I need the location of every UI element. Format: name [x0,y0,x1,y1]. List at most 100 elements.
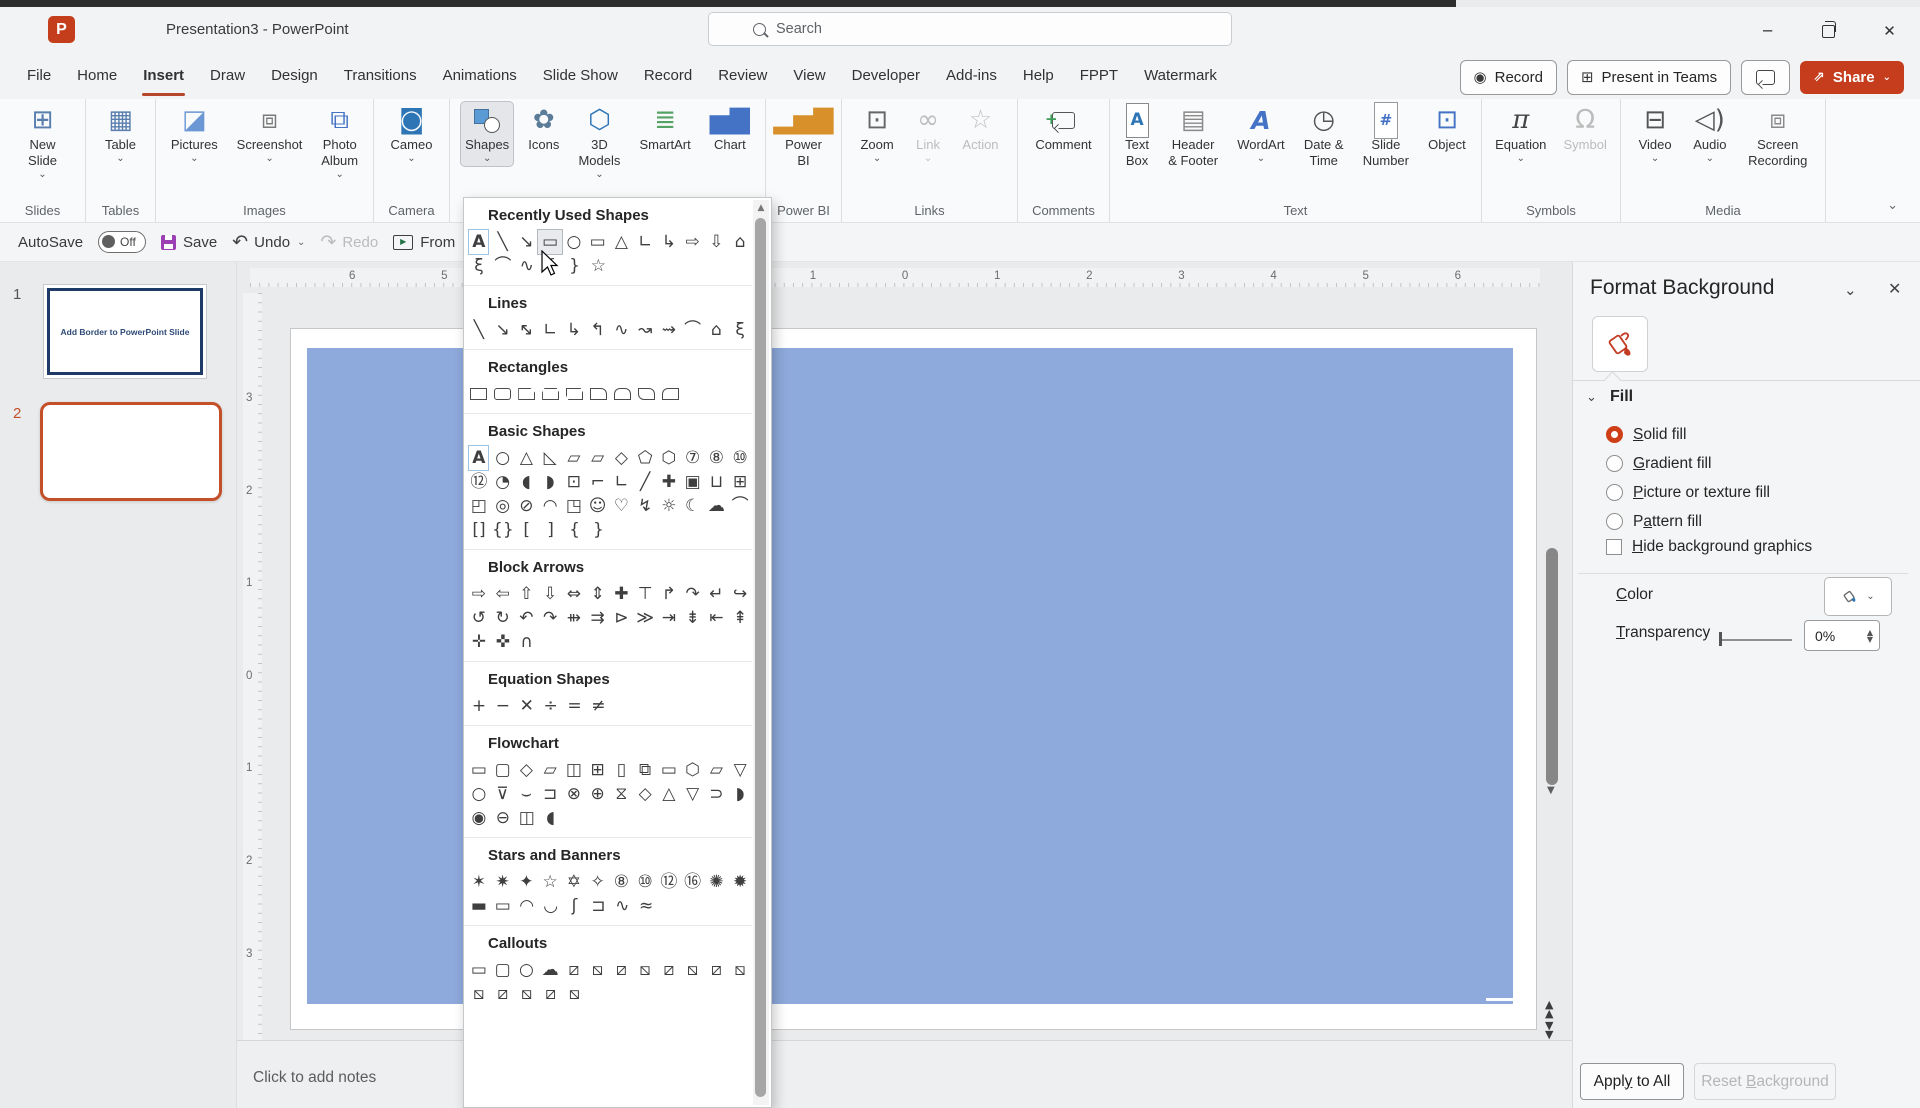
shape-icon[interactable]: ∿ [610,318,634,342]
restore-button[interactable] [1798,7,1859,55]
shape-icon[interactable]: ∟ [538,318,562,342]
shape-icon[interactable]: ▱ [586,446,610,470]
shape-icon[interactable]: ◇ [515,758,539,782]
shape-icon[interactable]: ↔ [515,318,539,342]
comments-button[interactable] [1741,60,1790,95]
save-button[interactable]: Save [161,234,217,251]
shape-icon[interactable]: ↯ [633,494,657,518]
record-button[interactable]: ◉ Record [1460,60,1557,95]
shape-icon[interactable]: ⇻ [562,606,586,630]
shape-icon[interactable]: ⊐ [538,782,562,806]
shape-icon[interactable]: ✶ [467,870,491,894]
shape-icon[interactable]: ◫ [562,758,586,782]
shape-icon[interactable]: ▱ [538,758,562,782]
shape-icon[interactable]: ◺ [538,446,562,470]
shape-icon[interactable]: ╲ [491,230,515,254]
shape-icon[interactable]: ⊞ [586,758,610,782]
shape-icon[interactable]: ✷ [491,870,515,894]
undo-button[interactable]: ↶ Undo [232,232,290,252]
menu-tab-home[interactable]: Home [64,55,130,99]
ribbon-button-new-slide[interactable]: ⊞New Slide⌄ [24,102,61,182]
shape-icon[interactable]: ⇝ [657,318,681,342]
shape-icon[interactable]: − [491,694,515,718]
shape-icon[interactable]: ○ [467,782,491,806]
vertical-scrollbar[interactable] [1546,548,1558,785]
shape-icon[interactable]: ʃ [563,894,587,918]
ribbon-button-link[interactable]: ∞Link⌄ [912,102,944,166]
shape-icon[interactable]: ⇥ [657,606,681,630]
shape-icon[interactable]: ⊔ [705,470,729,494]
next-slide-button[interactable]: ▼▼ [1545,1021,1553,1039]
shape-text-box[interactable]: A [467,446,491,470]
shape-icon[interactable]: ⬡ [657,446,681,470]
shape-icon[interactable]: ☁ [538,958,562,982]
shape-icon[interactable]: ↰ [586,318,610,342]
shape-icon[interactable]: ξ [467,254,491,278]
shape-icon[interactable]: {} [491,518,515,542]
shape-rectangle[interactable] [563,382,587,406]
shape-icon[interactable]: ▯ [610,758,634,782]
shape-icon[interactable]: ▱ [562,446,586,470]
shape-icon[interactable]: ∩ [515,630,539,654]
ribbon-button-slide-number[interactable]: #Slide Number [1359,102,1413,171]
menu-tab-design[interactable]: Design [258,55,331,99]
shape-icon[interactable]: ✺ [705,870,729,894]
shape-icon[interactable]: △ [610,230,634,254]
ribbon-button-object[interactable]: ⊡Object [1424,102,1470,155]
shape-icon[interactable]: ○ [562,230,586,254]
shape-icon[interactable]: ↷ [681,582,705,606]
shape-icon[interactable]: ⑦ [681,446,705,470]
menu-tab-draw[interactable]: Draw [197,55,258,99]
ribbon-button-zoom[interactable]: ⊡Zoom⌄ [856,102,897,166]
shape-icon[interactable]: ⧄ [491,982,515,1006]
shape-icon[interactable]: ☼ [657,494,681,518]
previous-slide-button[interactable]: ▲▲ [1545,1000,1553,1018]
share-button[interactable]: ⇗ Share ⌄ [1800,61,1904,94]
shape-icon[interactable]: ◗ [728,782,752,806]
ribbon-button-header-footer[interactable]: ▤Header & Footer [1164,102,1222,171]
shape-icon[interactable]: ∿ [610,894,634,918]
ribbon-button-wordart[interactable]: AWordArt⌄ [1233,102,1288,166]
menu-tab-fppt[interactable]: FPPT [1067,55,1131,99]
menu-tab-review[interactable]: Review [705,55,780,99]
shape-icon[interactable]: ⧄ [705,958,729,982]
shapes-menu-scrollbar[interactable]: ▲ [753,200,769,1105]
shape-icon[interactable]: ⧅ [467,982,491,1006]
shape-icon[interactable]: ✡ [562,870,586,894]
shape-rectangle[interactable] [586,382,610,406]
ribbon-button-table[interactable]: ▦Table⌄ [101,102,140,166]
shape-icon[interactable]: ⇕ [586,582,610,606]
shape-icon[interactable]: ⇔ [562,582,586,606]
shape-icon[interactable]: ⌂ [705,318,729,342]
horizontal-ruler[interactable]: 6543210123456 [250,268,1540,287]
shape-icon[interactable]: { [563,518,587,542]
radio-icon[interactable] [1606,455,1623,472]
shape-icon[interactable]: ≫ [633,606,657,630]
shape-icon[interactable]: ⑩ [633,870,657,894]
shape-rectangle[interactable] [491,382,515,406]
shape-rectangle[interactable] [467,382,491,406]
ribbon-button-photo-album[interactable]: ⧉Photo Album⌄ [317,102,362,182]
shape-icon[interactable]: ⧅ [586,958,610,982]
shape-icon[interactable]: ⌐ [586,470,610,494]
fill-option-pattern-fill[interactable]: Pattern fill [1606,507,1906,536]
ribbon-button-symbol[interactable]: ΩSymbol [1560,102,1611,155]
shape-icon[interactable]: ⑫ [467,470,491,494]
shape-icon[interactable]: } [563,254,587,278]
shape-icon[interactable]: ⬠ [633,446,657,470]
shape-icon[interactable]: ☆ [538,870,562,894]
transparency-slider-handle[interactable] [1719,632,1722,646]
shape-icon[interactable]: ☆ [586,254,610,278]
ribbon-button-pictures[interactable]: ◪Pictures⌄ [167,102,222,166]
shape-icon[interactable]: ✚ [657,470,681,494]
shape-icon[interactable]: ↪ [728,582,752,606]
collapse-ribbon-icon[interactable]: ⌄ [1887,198,1898,213]
shape-rectangle[interactable] [539,382,563,406]
shape-icon[interactable]: ◎ [491,494,515,518]
slide-thumbnail-1[interactable]: Add Border to PowerPoint Slide [44,285,206,378]
shape-icon[interactable]: ▭ [467,958,491,982]
shape-icon[interactable]: ↳ [562,318,586,342]
shape-icon[interactable]: ⇞ [728,606,752,630]
shape-icon[interactable]: ⇉ [586,606,610,630]
shape-icon[interactable]: ◠ [538,494,562,518]
